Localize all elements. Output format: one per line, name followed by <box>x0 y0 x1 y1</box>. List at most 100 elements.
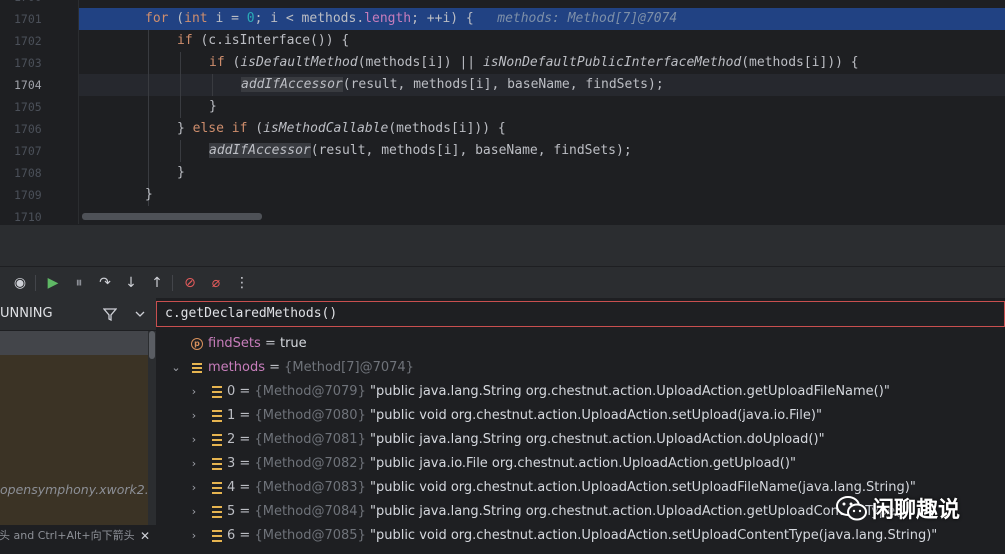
element-value: "public java.lang.String org.chestnut.ac… <box>369 432 825 447</box>
code-token: ; ++i) { <box>411 11 474 26</box>
view-breakpoints-icon[interactable]: ◉ <box>11 274 29 292</box>
view-breakpoints-red-icon[interactable]: ⊘ <box>181 274 199 292</box>
code-text[interactable]: if (isDefaultMethod(methods[i]) || isNon… <box>209 52 859 74</box>
thread-selector[interactable]: UNNING <box>0 306 53 321</box>
pause-icon[interactable]: ⏸ <box>70 274 88 292</box>
element-icon <box>212 434 222 446</box>
code-editor[interactable]: 1700 1701 1702 1703 1704 1705 1706 1707 … <box>0 0 1005 224</box>
object-ref: {Method@7083} <box>254 480 366 495</box>
line-number: 1707 <box>14 144 42 158</box>
close-icon[interactable]: ✕ <box>140 525 150 547</box>
variable-row[interactable]: ⌄ methods = {Method[7]@7074} <box>156 356 1005 380</box>
field-icon: p <box>191 338 203 350</box>
element-index: 1 <box>227 408 236 423</box>
chevron-right-icon[interactable]: › <box>188 524 200 548</box>
frames-scrollbar[interactable] <box>148 331 156 525</box>
resume-icon[interactable]: ▶ <box>44 274 62 292</box>
expression-text[interactable]: c.getDeclaredMethods() <box>165 306 337 321</box>
object-ref: {Method@7079} <box>254 384 366 399</box>
chevron-right-icon[interactable]: › <box>188 380 200 404</box>
keyword: if <box>209 55 225 70</box>
code-token: (result, methods[i], baseName, findSets)… <box>342 77 664 92</box>
element-value: "public java.lang.String org.chestnut.ac… <box>369 504 912 519</box>
chevron-right-icon[interactable]: › <box>188 476 200 500</box>
line-number: 1706 <box>14 122 42 136</box>
chevron-right-icon[interactable]: › <box>188 428 200 452</box>
step-into-icon[interactable]: ↓ <box>122 274 140 292</box>
hint-text: 箭头 and Ctrl+Alt+向下箭头 <box>0 529 135 542</box>
element-value: "public void org.chestnut.action.UploadA… <box>369 528 938 543</box>
object-ref: {Method@7082} <box>254 456 366 471</box>
watermark: 闲聊趣说 <box>836 490 996 530</box>
toolbar-separator <box>172 275 173 291</box>
keyboard-hint: 箭头 and Ctrl+Alt+向下箭头 ✕ <box>0 525 156 554</box>
chevron-down-icon[interactable]: ⌄ <box>170 356 182 380</box>
code-token: (result, methods[i], baseName, findSets)… <box>310 143 632 158</box>
element-value: "public void org.chestnut.action.UploadA… <box>369 480 916 495</box>
code-token: (methods[i]) || <box>357 55 483 70</box>
keyword: int <box>184 11 208 26</box>
array-element-row[interactable]: › 0 = {Method@7079} "public java.lang.St… <box>156 380 1005 404</box>
array-element-row[interactable]: › 1 = {Method@7080} "public void org.che… <box>156 404 1005 428</box>
horizontal-scrollbar[interactable] <box>82 213 262 220</box>
step-out-icon[interactable]: ↑ <box>148 274 166 292</box>
line-number: 1710 <box>14 210 42 224</box>
element-icon <box>212 458 222 470</box>
array-element-row[interactable]: › 3 = {Method@7082} "public java.io.File… <box>156 452 1005 476</box>
code-text[interactable]: } <box>209 96 217 118</box>
line-number: 1705 <box>14 100 42 114</box>
element-icon <box>212 506 222 518</box>
code-text[interactable]: } else if (isMethodCallable(methods[i]))… <box>177 118 506 140</box>
code-text[interactable]: addIfAccessor(result, methods[i], baseNa… <box>209 140 632 162</box>
element-index: 5 <box>227 504 236 519</box>
evaluate-expression-field[interactable]: c.getDeclaredMethods() <box>156 301 1005 327</box>
step-over-icon[interactable]: ↷ <box>96 274 114 292</box>
inline-debug-value: methods: Method[7]@7074 <box>497 11 678 26</box>
keyword: for <box>145 11 169 26</box>
code-line: 1702 <box>0 30 1005 52</box>
code-token: (methods[i])) { <box>388 121 506 136</box>
method-call: isDefaultMethod <box>240 55 358 70</box>
library-frames-group[interactable] <box>0 355 148 525</box>
filter-icon[interactable] <box>103 307 117 321</box>
array-element-row[interactable]: › 2 = {Method@7081} "public java.lang.St… <box>156 428 1005 452</box>
element-icon <box>212 530 222 542</box>
object-ref: {Method@7085} <box>254 528 366 543</box>
frames-header: UNNING <box>0 298 156 331</box>
chevron-right-icon[interactable]: › <box>188 452 200 476</box>
code-text[interactable]: } <box>177 162 185 184</box>
code-line: 1708 <box>0 162 1005 184</box>
code-text[interactable]: addIfAccessor(result, methods[i], baseNa… <box>241 74 664 96</box>
mute-breakpoints-icon[interactable]: ⌀ <box>207 274 225 292</box>
object-ref: {Method[7]@7074} <box>284 360 414 375</box>
code-text[interactable]: if (c.isInterface()) { <box>177 30 349 52</box>
code-token: } <box>177 165 185 180</box>
scroll-thumb[interactable] <box>149 331 155 359</box>
element-value: "public java.lang.String org.chestnut.ac… <box>369 384 890 399</box>
code-text[interactable]: } <box>145 184 153 206</box>
method-call: addIfAccessor <box>241 77 343 92</box>
chevron-right-icon[interactable]: › <box>188 404 200 428</box>
debug-toolbar: ◉ ▶ ⏸ ↷ ↓ ↑ ⊘ ⌀ ⋮ <box>0 266 1005 299</box>
frame-label[interactable]: opensymphony.xwork2.co <box>0 482 163 497</box>
line-number: 1702 <box>14 34 42 48</box>
frames-panel: UNNING opensymphony.xwork2.co 箭头 and Ctr… <box>0 298 163 554</box>
variable-name: methods <box>208 360 265 375</box>
line-number: 1700 <box>14 0 44 8</box>
editor-panel-divider[interactable] <box>0 224 1005 267</box>
code-token: ; i < methods. <box>254 11 365 26</box>
code-token: (methods[i])) { <box>741 55 859 70</box>
wechat-logo-icon <box>836 496 867 521</box>
chevron-down-icon[interactable] <box>134 309 146 319</box>
variable-row[interactable]: p findSets = true <box>156 332 1005 356</box>
element-icon <box>212 482 222 494</box>
more-icon[interactable]: ⋮ <box>233 274 251 292</box>
code-token: ( <box>224 55 241 70</box>
code-text[interactable]: for (int i = 0; i < methods.length; ++i)… <box>145 8 677 30</box>
element-icon <box>212 386 222 398</box>
selected-frame[interactable] <box>0 331 148 355</box>
line-number: 1703 <box>14 56 42 70</box>
field-token: length <box>364 11 412 26</box>
keyword: else if <box>192 121 248 136</box>
chevron-right-icon[interactable]: › <box>188 500 200 524</box>
